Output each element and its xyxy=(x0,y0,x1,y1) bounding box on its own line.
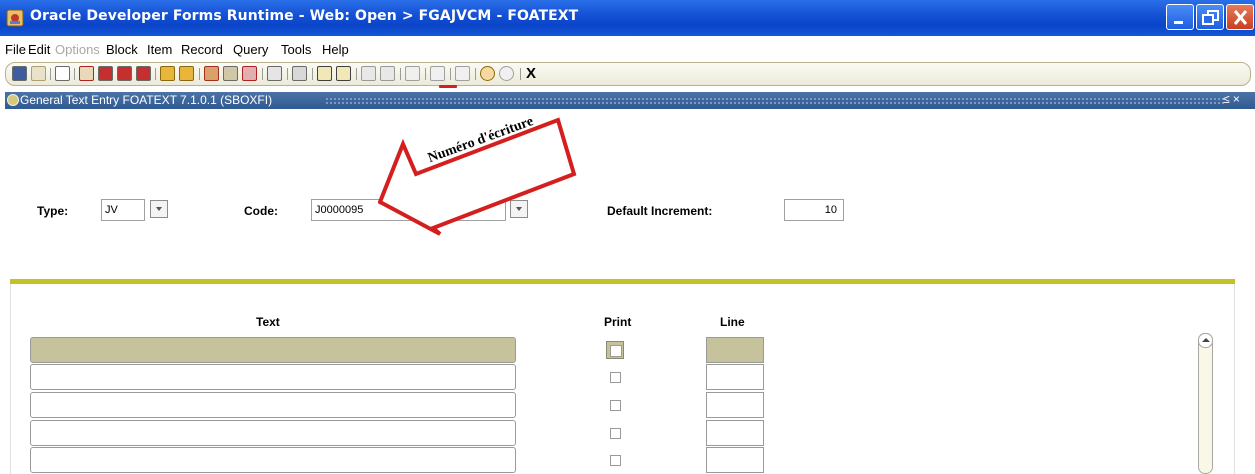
app-window: Oracle Developer Forms Runtime - Web: Op… xyxy=(0,0,1255,474)
form-window-controls[interactable]: ≤ × xyxy=(1223,92,1240,106)
toolbar-separator xyxy=(520,68,521,80)
previous-item-icon[interactable] xyxy=(336,66,351,81)
scroll-up-icon[interactable] xyxy=(1198,333,1213,348)
menu-bar: File Edit Options Block Item Record Quer… xyxy=(0,40,600,60)
line-column-header: Line xyxy=(720,315,745,329)
insert-record-icon[interactable] xyxy=(204,66,219,81)
navigate-icon[interactable] xyxy=(405,66,420,81)
active-tool-indicator xyxy=(439,85,457,88)
menu-edit[interactable]: Edit xyxy=(28,42,50,57)
window-title-bar[interactable]: Oracle Developer Forms Runtime - Web: Op… xyxy=(0,0,1255,36)
rollback-icon[interactable] xyxy=(31,66,46,81)
help-icon[interactable] xyxy=(480,66,495,81)
line-cell-row-3[interactable] xyxy=(706,392,764,418)
menu-block[interactable]: Block xyxy=(106,42,138,57)
toolbar-separator xyxy=(425,68,426,80)
toolbar-separator xyxy=(356,68,357,80)
type-label: Type: xyxy=(37,204,69,218)
print-checkbox-row-3[interactable] xyxy=(610,400,621,411)
text-cell-row-2[interactable] xyxy=(30,364,516,390)
detail-scrollbar[interactable] xyxy=(1198,333,1213,474)
tools-icon[interactable] xyxy=(455,66,470,81)
default-increment-label: Default Increment: xyxy=(607,204,713,218)
menu-query[interactable]: Query xyxy=(233,42,268,57)
toolbar-separator xyxy=(50,68,51,80)
print-icon[interactable] xyxy=(292,66,307,81)
info-icon[interactable] xyxy=(499,66,514,81)
toolbar-separator xyxy=(475,68,476,80)
delete-icon[interactable] xyxy=(242,66,257,81)
extra-icon[interactable] xyxy=(380,66,395,81)
remove-record-icon[interactable] xyxy=(223,66,238,81)
exit-button[interactable]: X xyxy=(526,65,536,82)
next-record-icon[interactable] xyxy=(136,66,151,81)
enter-query-icon[interactable] xyxy=(160,66,175,81)
print-checkbox-row-1[interactable] xyxy=(606,341,624,359)
duplicate-icon[interactable] xyxy=(267,66,282,81)
close-icon xyxy=(1233,10,1248,25)
options-icon[interactable] xyxy=(361,66,376,81)
toolbar-separator xyxy=(262,68,263,80)
print-column-header: Print xyxy=(604,315,632,329)
minimize-button[interactable] xyxy=(1166,4,1194,30)
form-icon xyxy=(7,94,19,106)
window-title: Oracle Developer Forms Runtime - Web: Op… xyxy=(30,8,579,24)
text-column-header: Text xyxy=(256,315,280,329)
menu-file[interactable]: File xyxy=(5,42,26,57)
next-item-icon[interactable] xyxy=(317,66,332,81)
annotation-arrow xyxy=(378,117,577,236)
new-document-icon[interactable] xyxy=(55,66,70,81)
text-cell-row-5[interactable] xyxy=(30,447,516,473)
save-icon[interactable] xyxy=(12,66,27,81)
print-checkbox-row-4[interactable] xyxy=(610,428,621,439)
menu-tools[interactable]: Tools xyxy=(281,42,311,57)
toolbar-separator xyxy=(155,68,156,80)
oracle-app-icon xyxy=(6,9,24,27)
toolbar-separator xyxy=(287,68,288,80)
restore-icon xyxy=(1202,10,1219,25)
restore-button[interactable] xyxy=(1196,4,1224,30)
print-checkbox-row-5[interactable] xyxy=(610,455,621,466)
form-title-bar: General Text Entry FOATEXT 7.1.0.1 (SBOX… xyxy=(5,92,1255,109)
toolbar-separator xyxy=(74,68,75,80)
minimize-icon xyxy=(1174,21,1183,24)
previous-record-icon[interactable] xyxy=(117,66,132,81)
close-button[interactable] xyxy=(1226,4,1254,30)
toolbar-separator xyxy=(400,68,401,80)
default-increment-field[interactable]: 10 xyxy=(784,199,844,221)
execute-query-icon[interactable] xyxy=(179,66,194,81)
line-cell-row-4[interactable] xyxy=(706,420,764,446)
line-cell-row-5[interactable] xyxy=(706,447,764,473)
type-lov-button[interactable] xyxy=(150,200,168,218)
toolbar-separator xyxy=(312,68,313,80)
next-block-icon[interactable] xyxy=(98,66,113,81)
menu-record[interactable]: Record xyxy=(181,42,223,57)
toolbar: X xyxy=(5,62,1251,88)
toolbar-separator xyxy=(450,68,451,80)
text-cell-row-1[interactable] xyxy=(30,337,516,363)
menu-help[interactable]: Help xyxy=(322,42,349,57)
line-cell-row-2[interactable] xyxy=(706,364,764,390)
toolbar-separator xyxy=(199,68,200,80)
text-cell-row-4[interactable] xyxy=(30,420,516,446)
type-field[interactable]: JV xyxy=(101,199,145,221)
previous-block-icon[interactable] xyxy=(79,66,94,81)
code-label: Code: xyxy=(244,204,278,218)
menu-item[interactable]: Item xyxy=(147,42,172,57)
line-cell-row-1[interactable] xyxy=(706,337,764,363)
tree-icon[interactable] xyxy=(430,66,445,81)
print-checkbox-row-2[interactable] xyxy=(610,372,621,383)
menu-options: Options xyxy=(55,42,100,57)
form-title: General Text Entry FOATEXT 7.1.0.1 (SBOX… xyxy=(20,93,273,107)
text-cell-row-3[interactable] xyxy=(30,392,516,418)
